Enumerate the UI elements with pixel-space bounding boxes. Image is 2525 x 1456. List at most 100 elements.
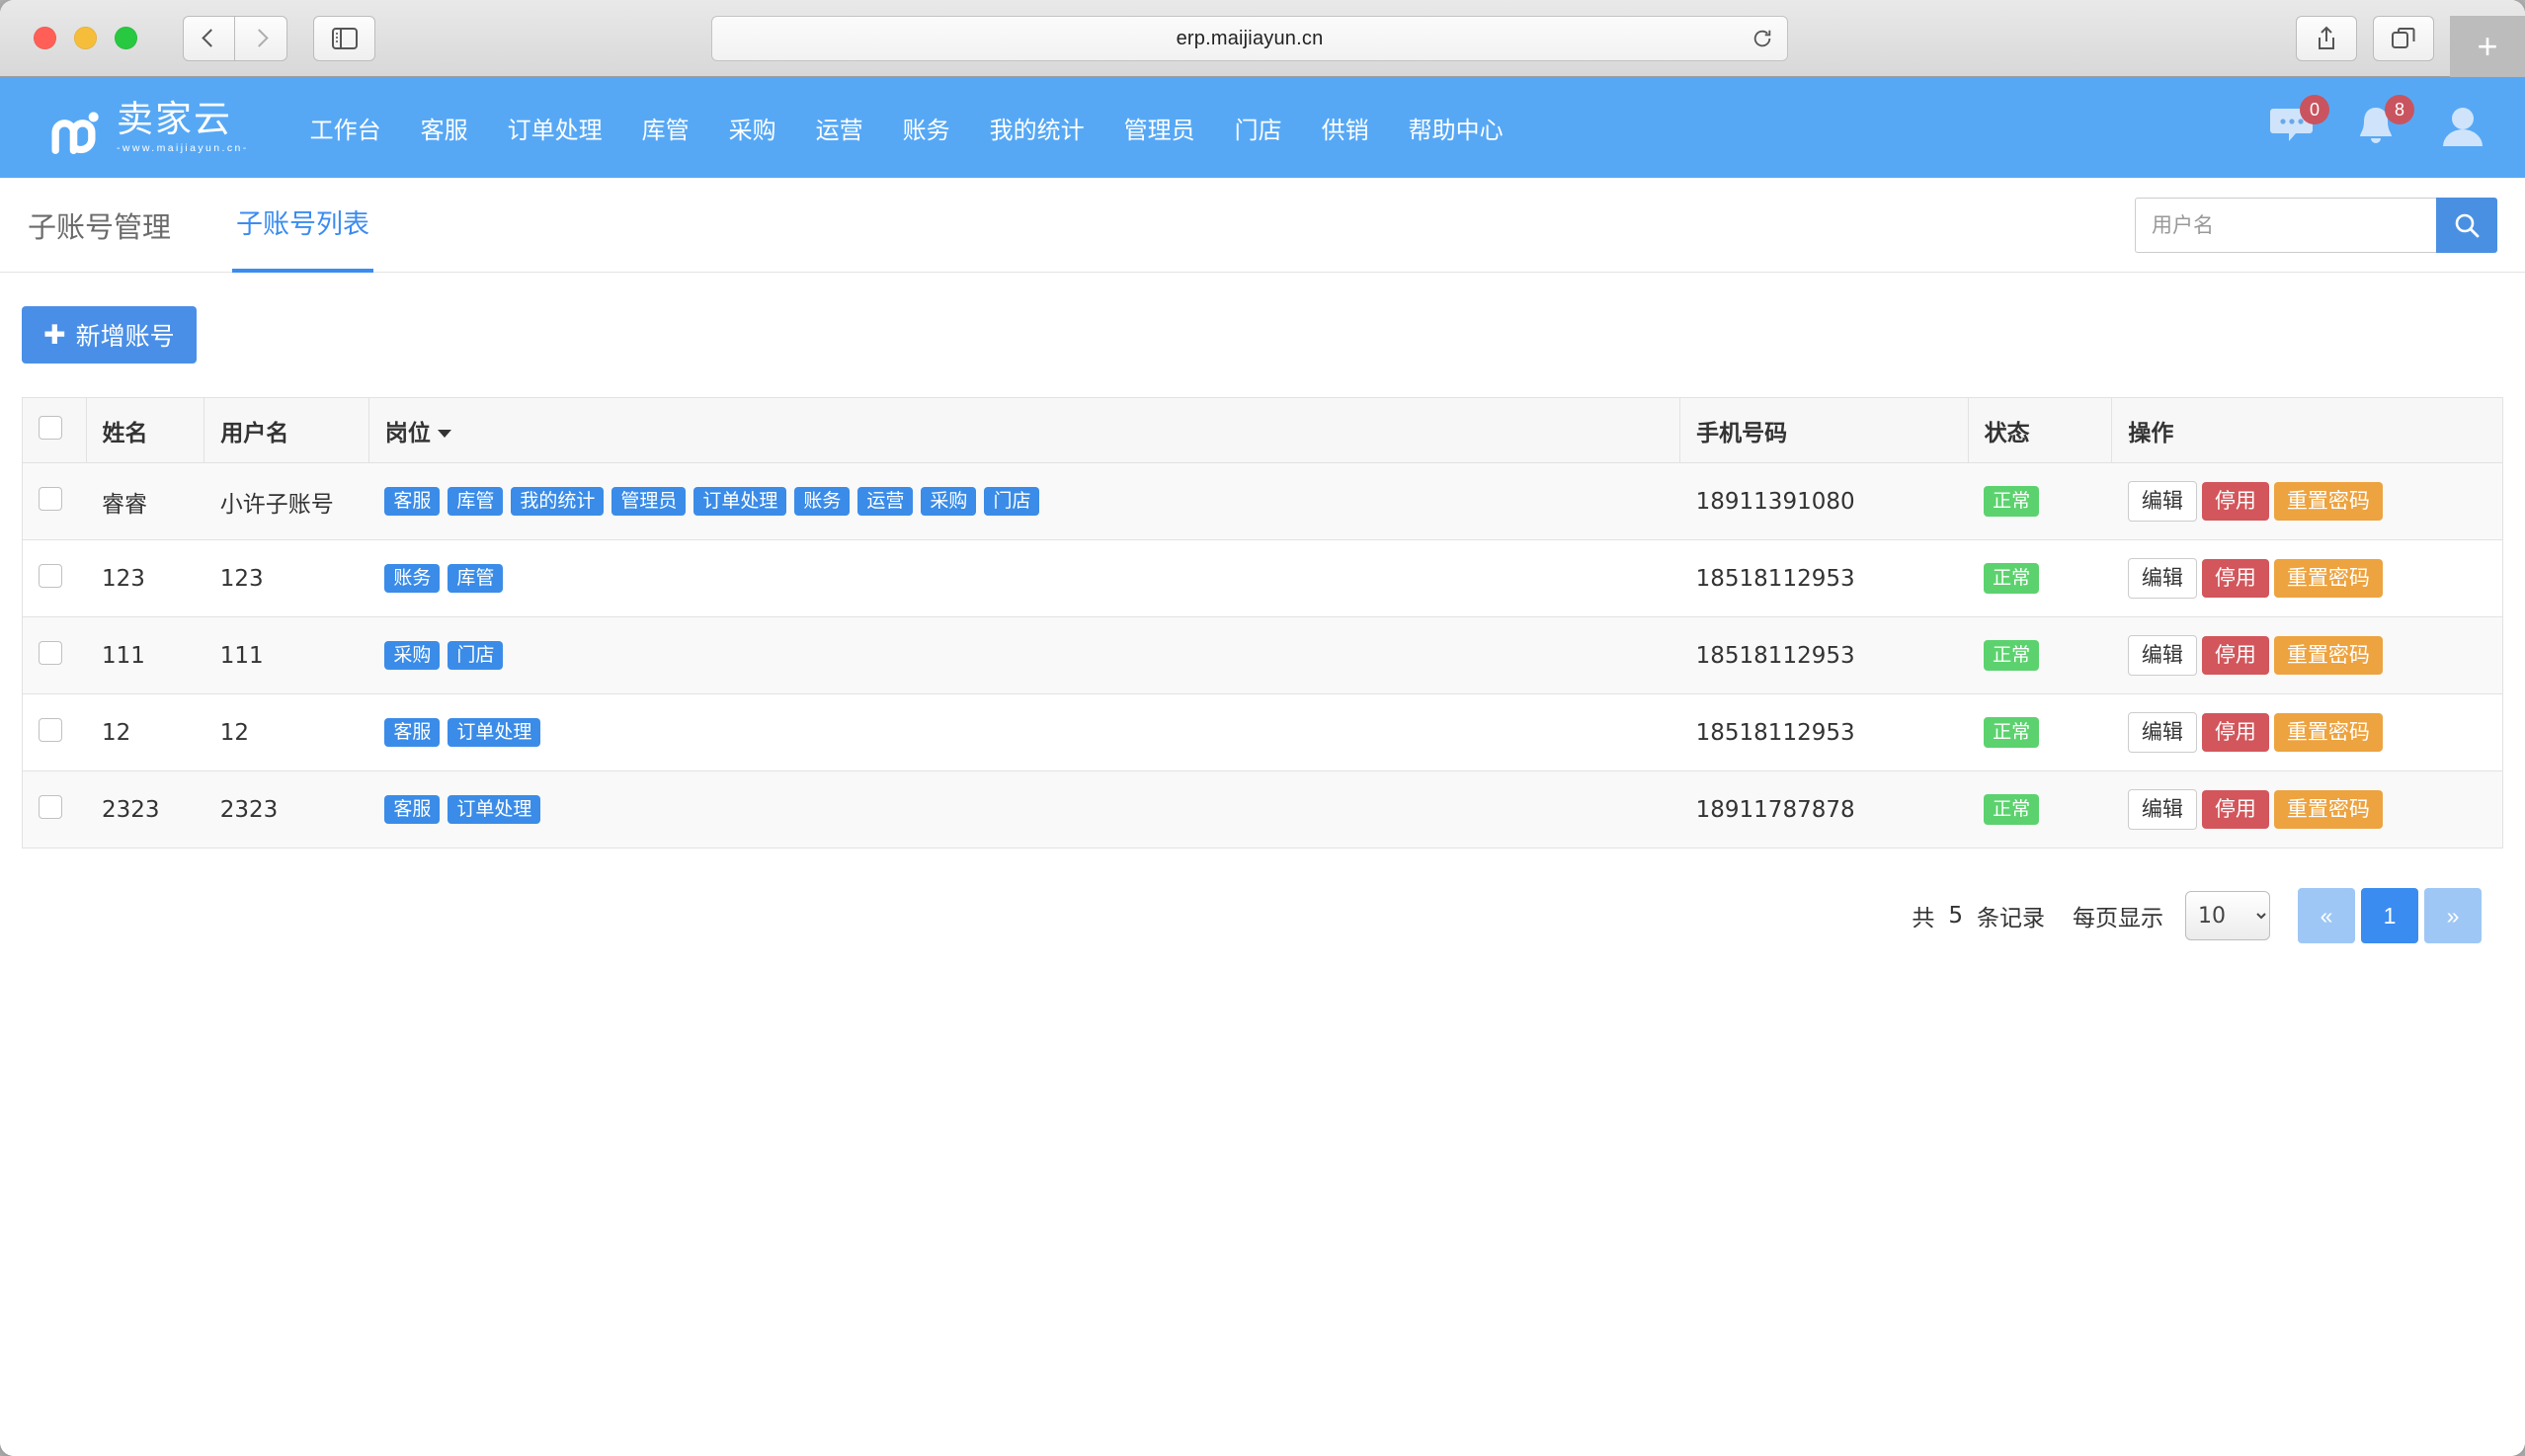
new-tab-button[interactable]: + bbox=[2450, 16, 2525, 77]
navigation-buttons bbox=[183, 15, 287, 61]
post-tag: 我的统计 bbox=[511, 487, 605, 516]
chevron-left-icon bbox=[202, 29, 220, 47]
edit-button[interactable]: 编辑 bbox=[2127, 635, 2197, 676]
cell-phone: 18518112953 bbox=[1679, 693, 1969, 771]
post-tag-list: 账务 库管 bbox=[384, 564, 1664, 593]
status-badge: 正常 bbox=[1984, 640, 2040, 671]
top-nav-icons: 0 8 bbox=[2270, 95, 2485, 150]
minimize-window-button[interactable] bbox=[74, 27, 97, 49]
disable-button[interactable]: 停用 bbox=[2201, 713, 2269, 752]
user-avatar-icon bbox=[2443, 108, 2483, 146]
notifications-button[interactable]: 8 bbox=[2355, 95, 2414, 150]
close-window-button[interactable] bbox=[34, 27, 56, 49]
messages-button[interactable]: 0 bbox=[2270, 95, 2329, 150]
toolbar-right-buttons bbox=[2296, 16, 2434, 61]
post-tag: 客服 bbox=[384, 718, 441, 747]
tabs-overview-icon bbox=[2392, 28, 2415, 48]
add-account-button[interactable]: ✚ 新增账号 bbox=[22, 306, 197, 364]
cell-username: 小许子账号 bbox=[204, 462, 369, 540]
reset-password-button[interactable]: 重置密码 bbox=[2273, 713, 2383, 752]
post-tag-list: 客服 订单处理 bbox=[384, 795, 1664, 824]
post-tag: 客服 bbox=[384, 487, 441, 516]
disable-button[interactable]: 停用 bbox=[2201, 636, 2269, 675]
tabs-overview-button[interactable] bbox=[2373, 16, 2434, 61]
edit-button[interactable]: 编辑 bbox=[2127, 481, 2197, 522]
app-logo[interactable]: 卖家云 -www.maijiayun.cn- bbox=[51, 100, 249, 154]
edit-button[interactable]: 编辑 bbox=[2127, 712, 2197, 753]
row-checkbox[interactable] bbox=[39, 717, 62, 742]
share-button[interactable] bbox=[2296, 16, 2357, 61]
column-header-post[interactable]: 岗位 bbox=[367, 397, 1681, 463]
reset-password-button[interactable]: 重置密码 bbox=[2273, 636, 2383, 675]
post-tag: 采购 bbox=[921, 487, 977, 516]
cell-username: 123 bbox=[204, 539, 369, 617]
prev-page-button[interactable]: « bbox=[2298, 888, 2355, 943]
total-prefix: 共 bbox=[1912, 906, 1935, 931]
search-input[interactable] bbox=[2135, 197, 2436, 253]
post-tag: 运营 bbox=[857, 487, 914, 516]
tab-sub-account-list[interactable]: 子账号列表 bbox=[232, 178, 374, 273]
search-button[interactable] bbox=[2436, 197, 2497, 253]
row-actions: 编辑 停用 重置密码 bbox=[2127, 558, 2486, 599]
search-box bbox=[2135, 197, 2497, 253]
column-header-phone: 手机号码 bbox=[1679, 397, 1969, 463]
post-tag: 管理员 bbox=[611, 487, 687, 516]
nav-item-administrator[interactable]: 管理员 bbox=[1104, 111, 1215, 145]
disable-button[interactable]: 停用 bbox=[2201, 482, 2269, 521]
reload-icon[interactable] bbox=[1751, 28, 1773, 49]
cell-phone: 18518112953 bbox=[1679, 616, 1969, 694]
select-all-checkbox[interactable] bbox=[39, 415, 62, 440]
row-checkbox[interactable] bbox=[39, 640, 62, 665]
post-tag: 门店 bbox=[984, 487, 1040, 516]
nav-item-operations[interactable]: 运营 bbox=[796, 111, 883, 145]
disable-button[interactable]: 停用 bbox=[2201, 559, 2269, 598]
edit-button[interactable]: 编辑 bbox=[2127, 558, 2197, 599]
cell-username: 2323 bbox=[204, 770, 369, 849]
nav-item-workbench[interactable]: 工作台 bbox=[290, 111, 401, 145]
disable-button[interactable]: 停用 bbox=[2201, 790, 2269, 829]
column-header-operations: 操作 bbox=[2111, 397, 2503, 463]
table-header-row: 姓名 用户名 岗位 手机号码 状态 操作 bbox=[22, 397, 2503, 463]
address-bar[interactable]: erp.maijiayun.cn bbox=[711, 16, 1788, 61]
post-tag-list: 客服 库管 我的统计 管理员 订单处理 账务 运营 采购 门店 bbox=[384, 487, 1664, 516]
user-account-button[interactable] bbox=[2440, 105, 2485, 150]
nav-item-finance[interactable]: 账务 bbox=[883, 111, 970, 145]
sidebar-toggle-button[interactable] bbox=[313, 15, 375, 61]
nav-item-warehouse[interactable]: 库管 bbox=[622, 111, 709, 145]
row-checkbox[interactable] bbox=[39, 486, 62, 511]
nav-item-my-statistics[interactable]: 我的统计 bbox=[970, 111, 1104, 145]
post-tag-list: 采购 门店 bbox=[384, 641, 1664, 670]
back-button[interactable] bbox=[183, 15, 235, 61]
cell-status: 正常 bbox=[1968, 539, 2112, 617]
forward-button[interactable] bbox=[235, 15, 287, 61]
row-select-cell bbox=[22, 693, 87, 771]
next-page-button[interactable]: » bbox=[2424, 888, 2482, 943]
table-row: 2323 2323 客服 订单处理 18911787878 正常 编辑 停用 重… bbox=[22, 770, 2503, 849]
row-select-cell bbox=[22, 770, 87, 849]
nav-item-distribution[interactable]: 供销 bbox=[1302, 111, 1389, 145]
row-checkbox[interactable] bbox=[39, 794, 62, 819]
per-page-label: 每页显示 bbox=[2073, 906, 2163, 931]
sub-account-table: 姓名 用户名 岗位 手机号码 状态 操作 睿睿 小许子账号 客服 库管 我的统计… bbox=[22, 397, 2503, 849]
browser-window: erp.maijiayun.cn + 卖家云 -www.maijiayun.cn… bbox=[0, 0, 2525, 1456]
row-checkbox[interactable] bbox=[39, 563, 62, 588]
main-menu: 工作台 客服 订单处理 库管 采购 运营 账务 我的统计 管理员 门店 供销 帮… bbox=[290, 111, 1523, 145]
nav-item-order-processing[interactable]: 订单处理 bbox=[488, 111, 622, 145]
reset-password-button[interactable]: 重置密码 bbox=[2273, 790, 2383, 829]
cell-status: 正常 bbox=[1968, 770, 2112, 849]
maximize-window-button[interactable] bbox=[115, 27, 137, 49]
reset-password-button[interactable]: 重置密码 bbox=[2273, 482, 2383, 521]
nav-item-help-center[interactable]: 帮助中心 bbox=[1389, 111, 1523, 145]
reset-password-button[interactable]: 重置密码 bbox=[2273, 559, 2383, 598]
cell-name: 12 bbox=[86, 693, 204, 771]
row-select-cell bbox=[22, 539, 87, 617]
nav-item-purchasing[interactable]: 采购 bbox=[709, 111, 796, 145]
nav-item-customer-service[interactable]: 客服 bbox=[401, 111, 488, 145]
nav-item-stores[interactable]: 门店 bbox=[1215, 111, 1302, 145]
chevron-right-icon bbox=[249, 29, 269, 47]
row-actions: 编辑 停用 重置密码 bbox=[2127, 789, 2486, 830]
sub-header: 子账号管理 子账号列表 bbox=[0, 178, 2525, 273]
edit-button[interactable]: 编辑 bbox=[2127, 789, 2197, 830]
page-button-1[interactable]: 1 bbox=[2361, 888, 2418, 943]
per-page-select[interactable]: 10 20 50 100 bbox=[2185, 891, 2270, 940]
